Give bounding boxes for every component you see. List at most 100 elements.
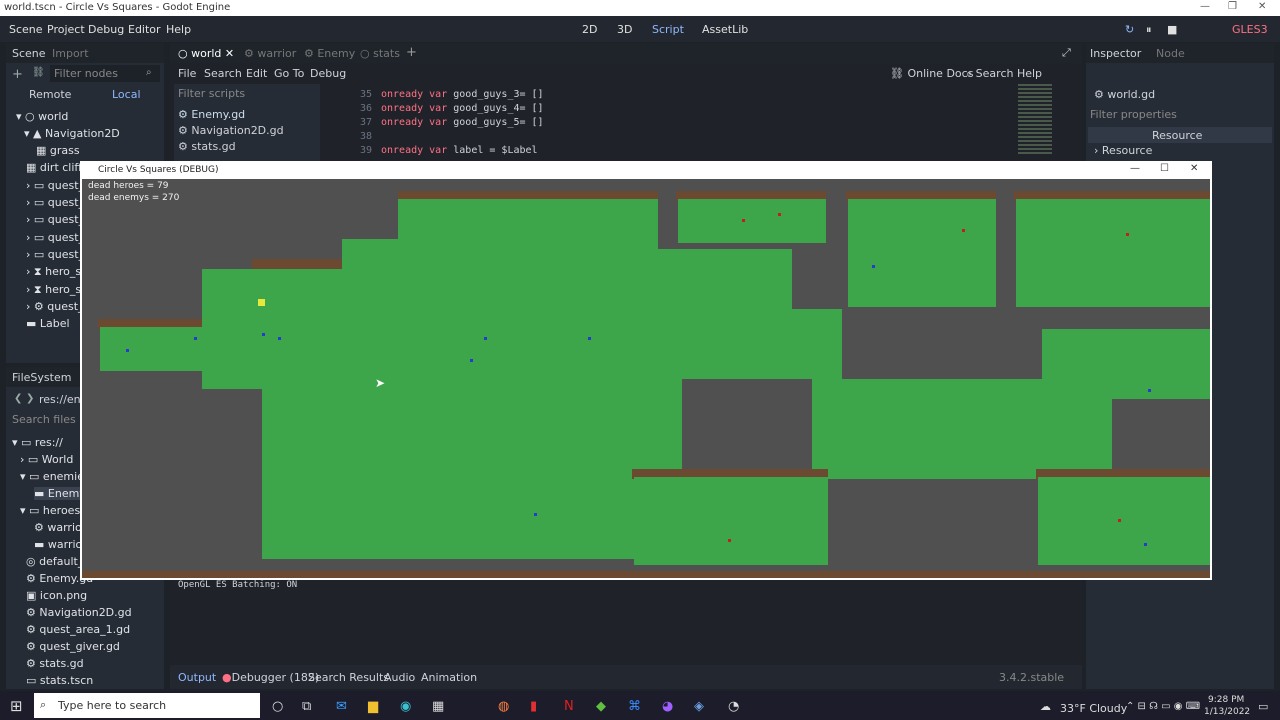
tree-node[interactable]: ▬ Label: [26, 317, 70, 330]
resource-row[interactable]: › Resource: [1094, 144, 1152, 157]
task-view-icon[interactable]: ⧉: [302, 699, 311, 714]
script-item[interactable]: ⚙ stats.gd: [178, 140, 236, 153]
minimize-icon[interactable]: —: [1200, 1, 1210, 12]
workspace-assetlib[interactable]: AssetLib: [702, 23, 748, 36]
weather-label[interactable]: 33°F Cloudy: [1060, 702, 1127, 715]
tree-node[interactable]: ▾ ▲ Navigation2D: [24, 127, 120, 140]
tab-node[interactable]: Node: [1156, 47, 1185, 60]
windows-start-icon[interactable]: ⊞: [10, 697, 23, 715]
back-icon[interactable]: ❮: [14, 393, 22, 404]
app-icon[interactable]: ◆: [596, 699, 606, 714]
menu-project[interactable]: Project: [47, 23, 85, 36]
edge-icon[interactable]: ◉: [400, 699, 411, 714]
script-menu-file[interactable]: File: [178, 67, 196, 80]
filter-properties-input[interactable]: Filter properties: [1090, 108, 1177, 121]
script-menu-edit[interactable]: Edit: [246, 67, 267, 80]
tree-node[interactable]: ▾ ○ world: [16, 110, 68, 123]
godot-icon[interactable]: ◈: [694, 699, 704, 714]
fs-item[interactable]: › ▭ World: [20, 453, 73, 466]
file-explorer-icon[interactable]: ▆: [368, 699, 378, 714]
local-tab[interactable]: Local: [112, 88, 141, 101]
clock-time[interactable]: 9:28 PM: [1208, 695, 1244, 705]
fs-item[interactable]: ▭ stats.tscn: [26, 674, 93, 687]
tab-warrior[interactable]: ⚙ warrior: [244, 47, 296, 60]
add-tab-icon[interactable]: +: [406, 45, 417, 60]
fs-item[interactable]: ▾ ▭ heroes: [20, 504, 80, 517]
taskbar-search[interactable]: ⌕ Type here to search: [34, 693, 260, 718]
remote-tab[interactable]: Remote: [29, 88, 71, 101]
game-minimize-icon[interactable]: —: [1130, 163, 1140, 174]
tab-world[interactable]: ○ world ✕: [178, 47, 234, 60]
script-menu-debug[interactable]: Debug: [310, 67, 346, 80]
firefox-icon[interactable]: ◍: [498, 699, 509, 714]
workspace-script[interactable]: Script: [652, 23, 684, 36]
script-item[interactable]: ⚙ Navigation2D.gd: [178, 124, 284, 137]
tab-debugger[interactable]: ●Debugger (182): [222, 671, 319, 684]
fs-item[interactable]: ▣ icon.png: [26, 589, 87, 602]
script-menu-goto[interactable]: Go To: [274, 67, 304, 80]
online-docs-button[interactable]: ⛓ Online Docs: [890, 67, 973, 80]
fs-item[interactable]: ⚙ Navigation2D.gd: [26, 606, 132, 619]
workspace-3d[interactable]: 3D: [617, 23, 632, 36]
tab-search-results[interactable]: Search Results: [308, 671, 389, 684]
fs-item[interactable]: ⚙ quest_giver.gd: [26, 640, 120, 653]
script-item[interactable]: ⚙ Enemy.gd: [178, 108, 245, 121]
search-help-button[interactable]: ⌕ Search Help: [966, 67, 1042, 81]
code-line[interactable]: onready var label = $Label: [381, 145, 538, 156]
tab-enemy[interactable]: ⚙ Enemy: [304, 47, 355, 60]
play-icon[interactable]: ↻: [1125, 23, 1134, 36]
tab-audio[interactable]: Audio: [384, 671, 415, 684]
forward-icon[interactable]: ❯: [26, 393, 34, 404]
tab-inspector[interactable]: Inspector: [1090, 47, 1141, 60]
search-files-input[interactable]: Search files: [12, 413, 76, 426]
store-icon[interactable]: ▦: [432, 699, 444, 714]
app-icon[interactable]: ▮: [530, 699, 537, 714]
menu-scene[interactable]: Scene: [9, 23, 43, 36]
menu-help[interactable]: Help: [166, 23, 191, 36]
tree-node[interactable]: ▦ dirt cliff: [26, 161, 82, 174]
vscode-icon[interactable]: ⌘: [628, 699, 641, 714]
resource-header[interactable]: Resource: [1088, 127, 1272, 143]
tab-import[interactable]: Import: [52, 47, 89, 60]
clock-date[interactable]: 1/13/2022: [1204, 707, 1250, 717]
fs-item[interactable]: ▬ warrio: [34, 538, 82, 551]
stop-icon[interactable]: ■: [1167, 23, 1177, 36]
code-line[interactable]: onready var good_guys_4= []: [381, 103, 544, 114]
code-line[interactable]: onready var good_guys_3= []: [381, 89, 544, 100]
fs-item[interactable]: ▬ Enemy: [34, 487, 86, 500]
weather-icon[interactable]: ☁: [1040, 700, 1051, 713]
app-icon[interactable]: ◔: [728, 699, 739, 714]
tab-animation[interactable]: Animation: [421, 671, 477, 684]
script-menu-search[interactable]: Search: [204, 67, 242, 80]
cortana-icon[interactable]: ○: [272, 699, 283, 714]
menu-debug[interactable]: Debug: [88, 23, 124, 36]
code-line[interactable]: onready var good_guys_5= []: [381, 117, 544, 128]
fs-item[interactable]: ▾ ▭ res://: [12, 436, 63, 449]
game-maximize-icon[interactable]: ☐: [1160, 163, 1169, 174]
link-icon[interactable]: ⛓: [32, 67, 45, 78]
fs-item[interactable]: ⚙ warrio: [34, 521, 82, 534]
tab-scene[interactable]: Scene: [12, 47, 46, 60]
menu-editor[interactable]: Editor: [128, 23, 161, 36]
game-close-icon[interactable]: ✕: [1190, 163, 1198, 174]
fullscreen-icon[interactable]: ⤢: [1062, 46, 1071, 60]
inspected-object[interactable]: ⚙ world.gd: [1094, 88, 1155, 101]
pause-icon[interactable]: ⏸: [1146, 23, 1152, 37]
game-viewport[interactable]: dead heroes = 79 dead enemys = 270: [82, 179, 1210, 578]
workspace-2d[interactable]: 2D: [582, 23, 597, 36]
fs-item[interactable]: ⚙ quest_area_1.gd: [26, 623, 130, 636]
discord-icon[interactable]: ◕: [662, 699, 673, 714]
close-icon[interactable]: ✕: [1258, 1, 1266, 12]
filter-scripts-input[interactable]: Filter scripts: [178, 87, 245, 100]
mail-icon[interactable]: ✉: [336, 699, 347, 714]
renderer-label[interactable]: GLES3: [1232, 23, 1268, 36]
restore-icon[interactable]: ❐: [1228, 1, 1237, 12]
tab-output[interactable]: Output: [178, 671, 216, 684]
filter-nodes-input[interactable]: Filter nodes ⌕: [50, 65, 160, 82]
tree-node[interactable]: ▦ grass: [36, 144, 80, 157]
fs-item[interactable]: ⚙ stats.gd: [26, 657, 84, 670]
tray-icons[interactable]: ⌃ ⊟ ☊ ▭ ◉ ⌨: [1126, 701, 1200, 712]
code-minimap[interactable]: [1018, 84, 1052, 154]
add-node-icon[interactable]: +: [12, 67, 23, 82]
tab-stats[interactable]: ○ stats: [360, 47, 400, 60]
